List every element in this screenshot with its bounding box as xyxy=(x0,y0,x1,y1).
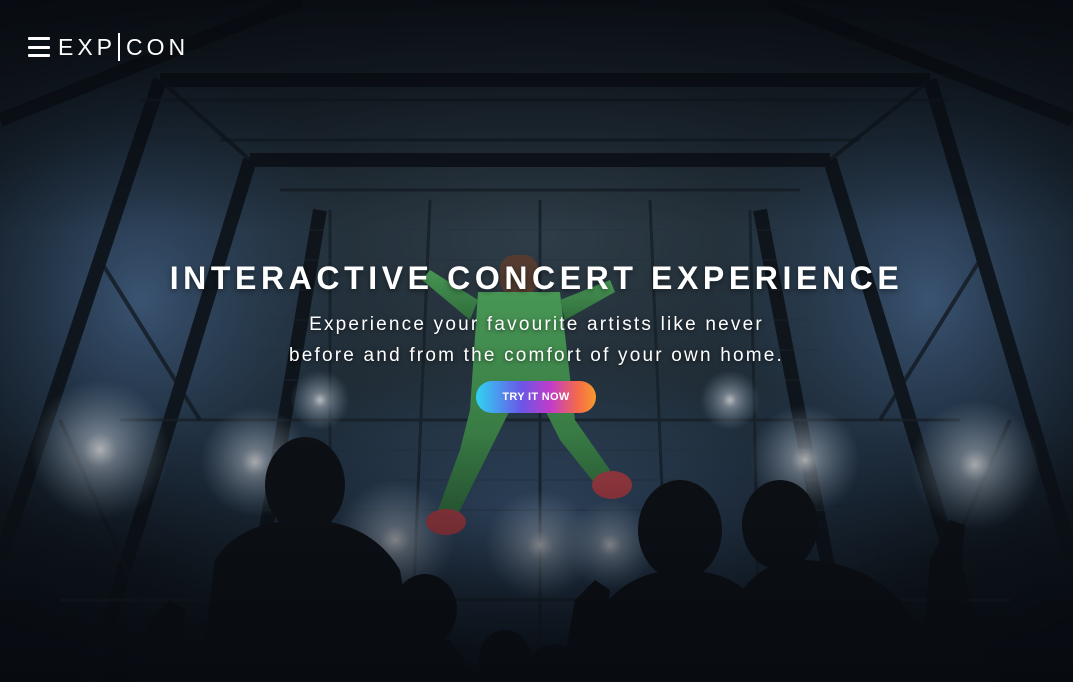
menu-bar-top xyxy=(28,37,50,40)
hamburger-menu-icon[interactable] xyxy=(28,37,50,57)
menu-bar-middle xyxy=(28,45,50,49)
hero-section: EXP CON INTERACTIVE CONCERT EXPERIENCE E… xyxy=(0,0,1073,682)
top-navigation: EXP CON xyxy=(28,33,189,61)
try-it-now-button[interactable]: TRY IT NOW xyxy=(476,381,596,413)
hero-subtitle-line-1: Experience your favourite artists like n… xyxy=(309,314,764,335)
logo-text-left: EXP xyxy=(58,33,117,60)
logo-separator xyxy=(118,33,121,61)
hero-title: INTERACTIVE CONCERT EXPERIENCE xyxy=(169,260,904,296)
hero-subtitle-line-2: before and from the comfort of your own … xyxy=(288,345,785,366)
hero-subtitle: Experience your favourite artists like n… xyxy=(0,309,1073,371)
menu-bar-bottom xyxy=(28,54,50,57)
brand-logo[interactable]: EXP CON xyxy=(58,33,189,61)
logo-text-right: CON xyxy=(126,33,190,60)
